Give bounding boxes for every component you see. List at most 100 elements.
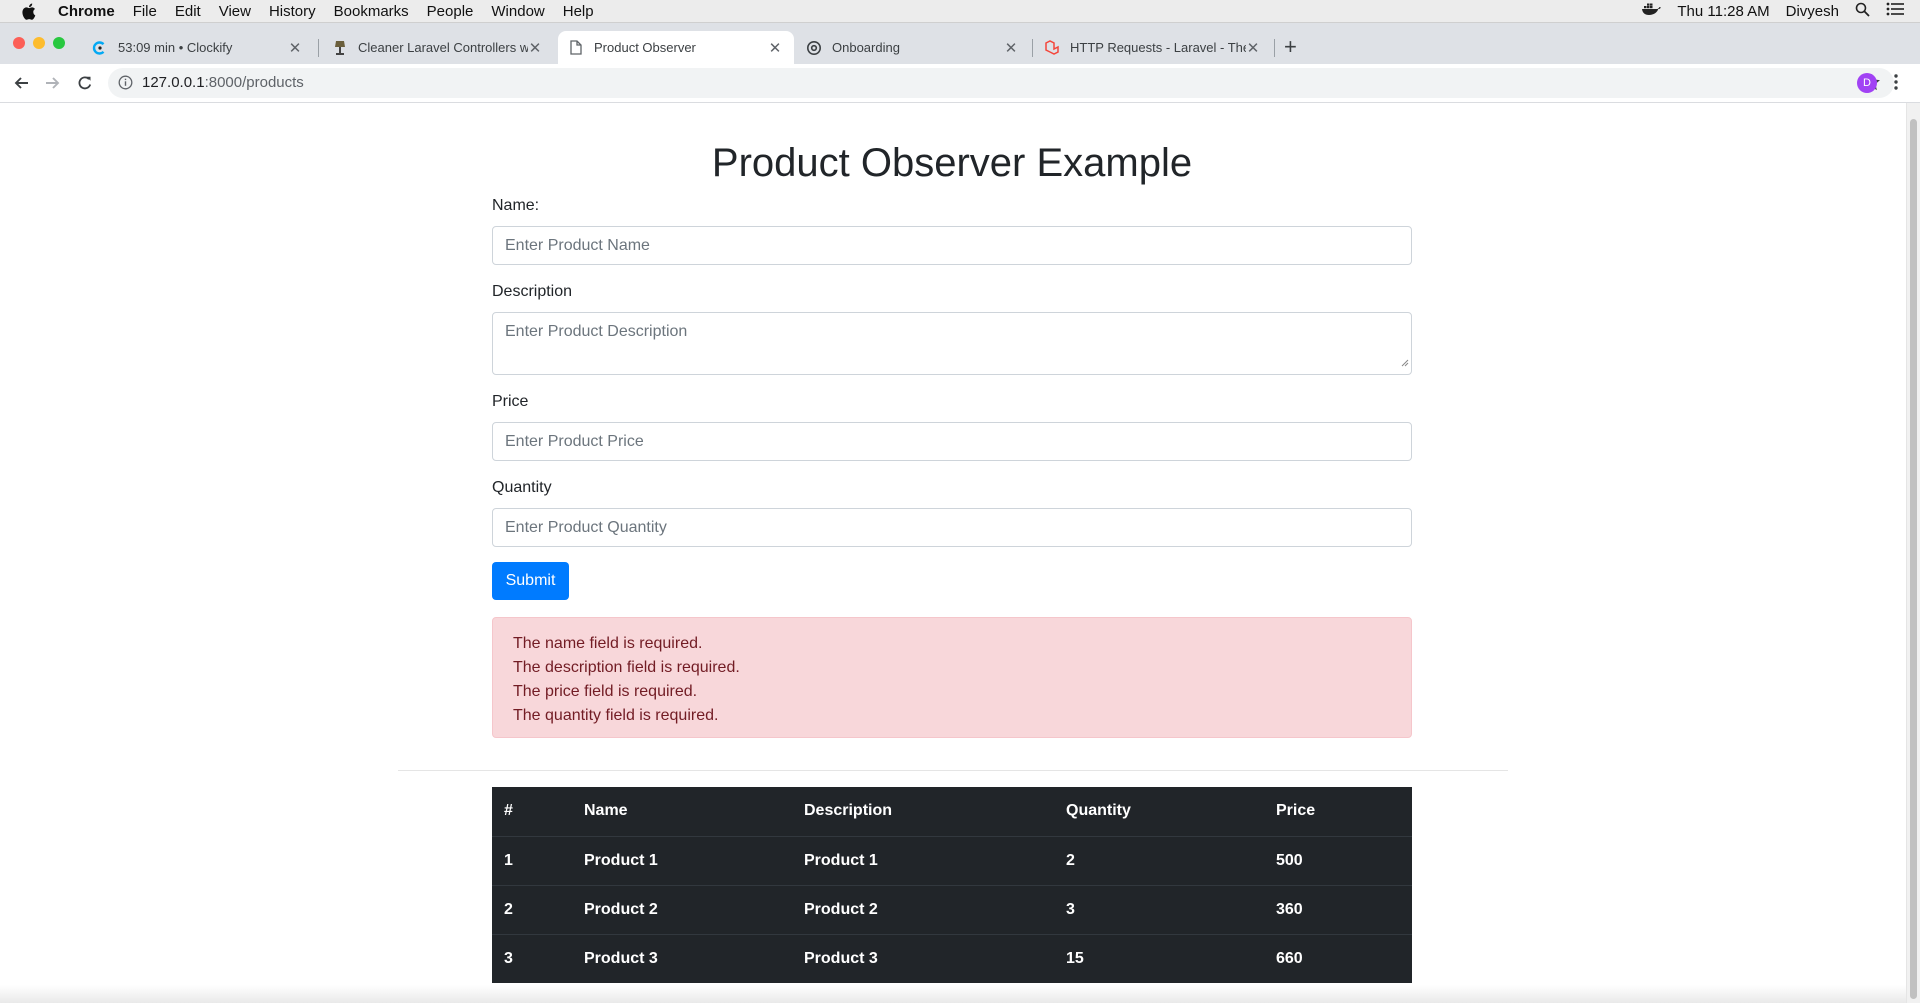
cell-quantity: 2 [1054, 835, 1264, 885]
menubar-clock[interactable]: Thu 11:28 AM [1677, 3, 1769, 20]
window-minimize-button[interactable] [33, 37, 45, 49]
back-arrow-icon[interactable] [10, 72, 32, 94]
tab-onboarding[interactable]: Onboarding ✕ [798, 31, 1030, 64]
products-table: # Name Description Quantity Price 1 Prod… [492, 787, 1412, 983]
gear-icon [806, 40, 822, 56]
close-icon[interactable]: ✕ [1246, 39, 1260, 57]
page-viewport: Product Observer Example Name: Enter Pro… [0, 103, 1906, 1003]
reload-icon[interactable] [74, 72, 96, 94]
submit-button[interactable]: Submit [492, 562, 569, 600]
clockify-icon [92, 40, 108, 56]
info-icon[interactable] [118, 75, 133, 95]
description-placeholder: Enter Product Description [505, 323, 688, 340]
table-row: 3 Product 3 Product 3 15 660 [492, 933, 1412, 983]
tab-separator [1032, 39, 1033, 57]
cell-description: Product 1 [792, 835, 1054, 885]
tab-title: Cleaner Laravel Controllers wit [358, 40, 528, 55]
macos-menu-bar: Chrome File Edit View History Bookmarks … [0, 0, 1920, 23]
price-label: Price [492, 393, 529, 410]
column-header-name: Name [584, 802, 628, 820]
forward-arrow-icon[interactable] [42, 72, 64, 94]
name-input[interactable]: Enter Product Name [492, 226, 1412, 265]
new-tab-button[interactable]: + [1284, 36, 1297, 58]
window-close-button[interactable] [13, 37, 25, 49]
profile-avatar[interactable]: D [1857, 73, 1877, 93]
cell-name: Product 2 [572, 884, 792, 934]
quantity-label: Quantity [492, 479, 552, 496]
window-zoom-button[interactable] [53, 37, 65, 49]
menu-view[interactable]: View [219, 3, 251, 20]
tab-separator [1274, 39, 1275, 57]
cell-id: 3 [492, 933, 572, 983]
tab-cleaner-laravel[interactable]: Cleaner Laravel Controllers wit ✕ [322, 31, 554, 64]
resize-handle-icon[interactable] [1400, 354, 1409, 372]
name-label: Name: [492, 197, 540, 214]
cell-price: 660 [1264, 933, 1412, 983]
scrollbar-thumb[interactable] [1910, 119, 1917, 999]
column-header-price: Price [1276, 802, 1316, 820]
menu-bookmarks[interactable]: Bookmarks [334, 3, 409, 20]
tab-strip: 53:09 min • Clockify ✕ Cleaner Laravel C… [0, 23, 1920, 64]
error-message: The description field is required. [513, 659, 740, 676]
menu-edit[interactable]: Edit [175, 3, 201, 20]
table-header-row: # Name Description Quantity Price [492, 787, 1412, 836]
address-bar[interactable]: 127.0.0.1:8000/products [108, 68, 1894, 98]
tab-http-requests-laravel[interactable]: HTTP Requests - Laravel - The ✕ [1036, 31, 1272, 64]
tab-separator [318, 39, 319, 57]
menu-help[interactable]: Help [563, 3, 594, 20]
cell-price: 360 [1264, 884, 1412, 934]
close-icon[interactable]: ✕ [1004, 39, 1018, 57]
url-path: :8000/products [204, 74, 304, 91]
menu-window[interactable]: Window [491, 3, 544, 20]
close-icon[interactable]: ✕ [528, 39, 542, 57]
more-menu-icon[interactable] [1894, 74, 1898, 95]
tab-title: 53:09 min • Clockify [118, 40, 233, 55]
vertical-scrollbar[interactable] [1906, 103, 1920, 1003]
cell-id: 2 [492, 884, 572, 934]
menu-file[interactable]: File [133, 3, 157, 20]
table-row: 1 Product 1 Product 1 2 500 [492, 835, 1412, 885]
tab-title: Onboarding [832, 40, 900, 55]
page-title: Product Observer Example [711, 141, 1193, 185]
description-textarea[interactable]: Enter Product Description [492, 312, 1412, 375]
window-bottom-edge [0, 985, 1906, 1003]
tab-product-observer[interactable]: Product Observer ✕ [558, 31, 794, 64]
close-icon[interactable]: ✕ [288, 39, 302, 57]
tab-title: HTTP Requests - Laravel - The [1070, 40, 1246, 55]
laravel-icon [1044, 39, 1060, 56]
url-host: 127.0.0.1 [142, 74, 205, 91]
close-icon[interactable]: ✕ [768, 39, 782, 57]
quantity-input[interactable]: Enter Product Quantity [492, 508, 1412, 547]
error-message: The price field is required. [513, 683, 698, 700]
notification-center-icon[interactable] [1886, 2, 1904, 20]
table-row: 2 Product 2 Product 2 3 360 [492, 884, 1412, 934]
divider [398, 770, 1508, 771]
menu-history[interactable]: History [269, 3, 316, 20]
tab-title: Product Observer [594, 40, 696, 55]
tab-clockify[interactable]: 53:09 min • Clockify ✕ [74, 31, 314, 64]
spotlight-search-icon[interactable] [1855, 2, 1870, 21]
cell-quantity: 3 [1054, 884, 1264, 934]
browser-toolbar: 127.0.0.1:8000/products D [0, 64, 1920, 103]
cell-description: Product 2 [792, 884, 1054, 934]
price-input[interactable]: Enter Product Price [492, 422, 1412, 461]
column-header-id: # [504, 802, 513, 820]
error-message: The quantity field is required. [513, 707, 719, 724]
column-header-quantity: Quantity [1066, 802, 1131, 820]
menu-chrome[interactable]: Chrome [58, 3, 115, 20]
docker-icon[interactable] [1641, 2, 1662, 20]
cell-description: Product 3 [792, 933, 1054, 983]
menubar-user[interactable]: Divyesh [1786, 3, 1839, 20]
page-icon [568, 40, 584, 56]
description-label: Description [492, 283, 573, 300]
cell-id: 1 [492, 835, 572, 885]
column-header-description: Description [804, 802, 893, 820]
cell-name: Product 3 [572, 933, 792, 983]
cell-quantity: 15 [1054, 933, 1264, 983]
validation-error-alert: The name field is required. The descript… [492, 617, 1412, 738]
menu-people[interactable]: People [427, 3, 474, 20]
url-text[interactable]: 127.0.0.1:8000/products [142, 74, 304, 91]
cell-price: 500 [1264, 835, 1412, 885]
apple-icon[interactable] [21, 3, 37, 20]
error-message: The name field is required. [513, 635, 703, 652]
